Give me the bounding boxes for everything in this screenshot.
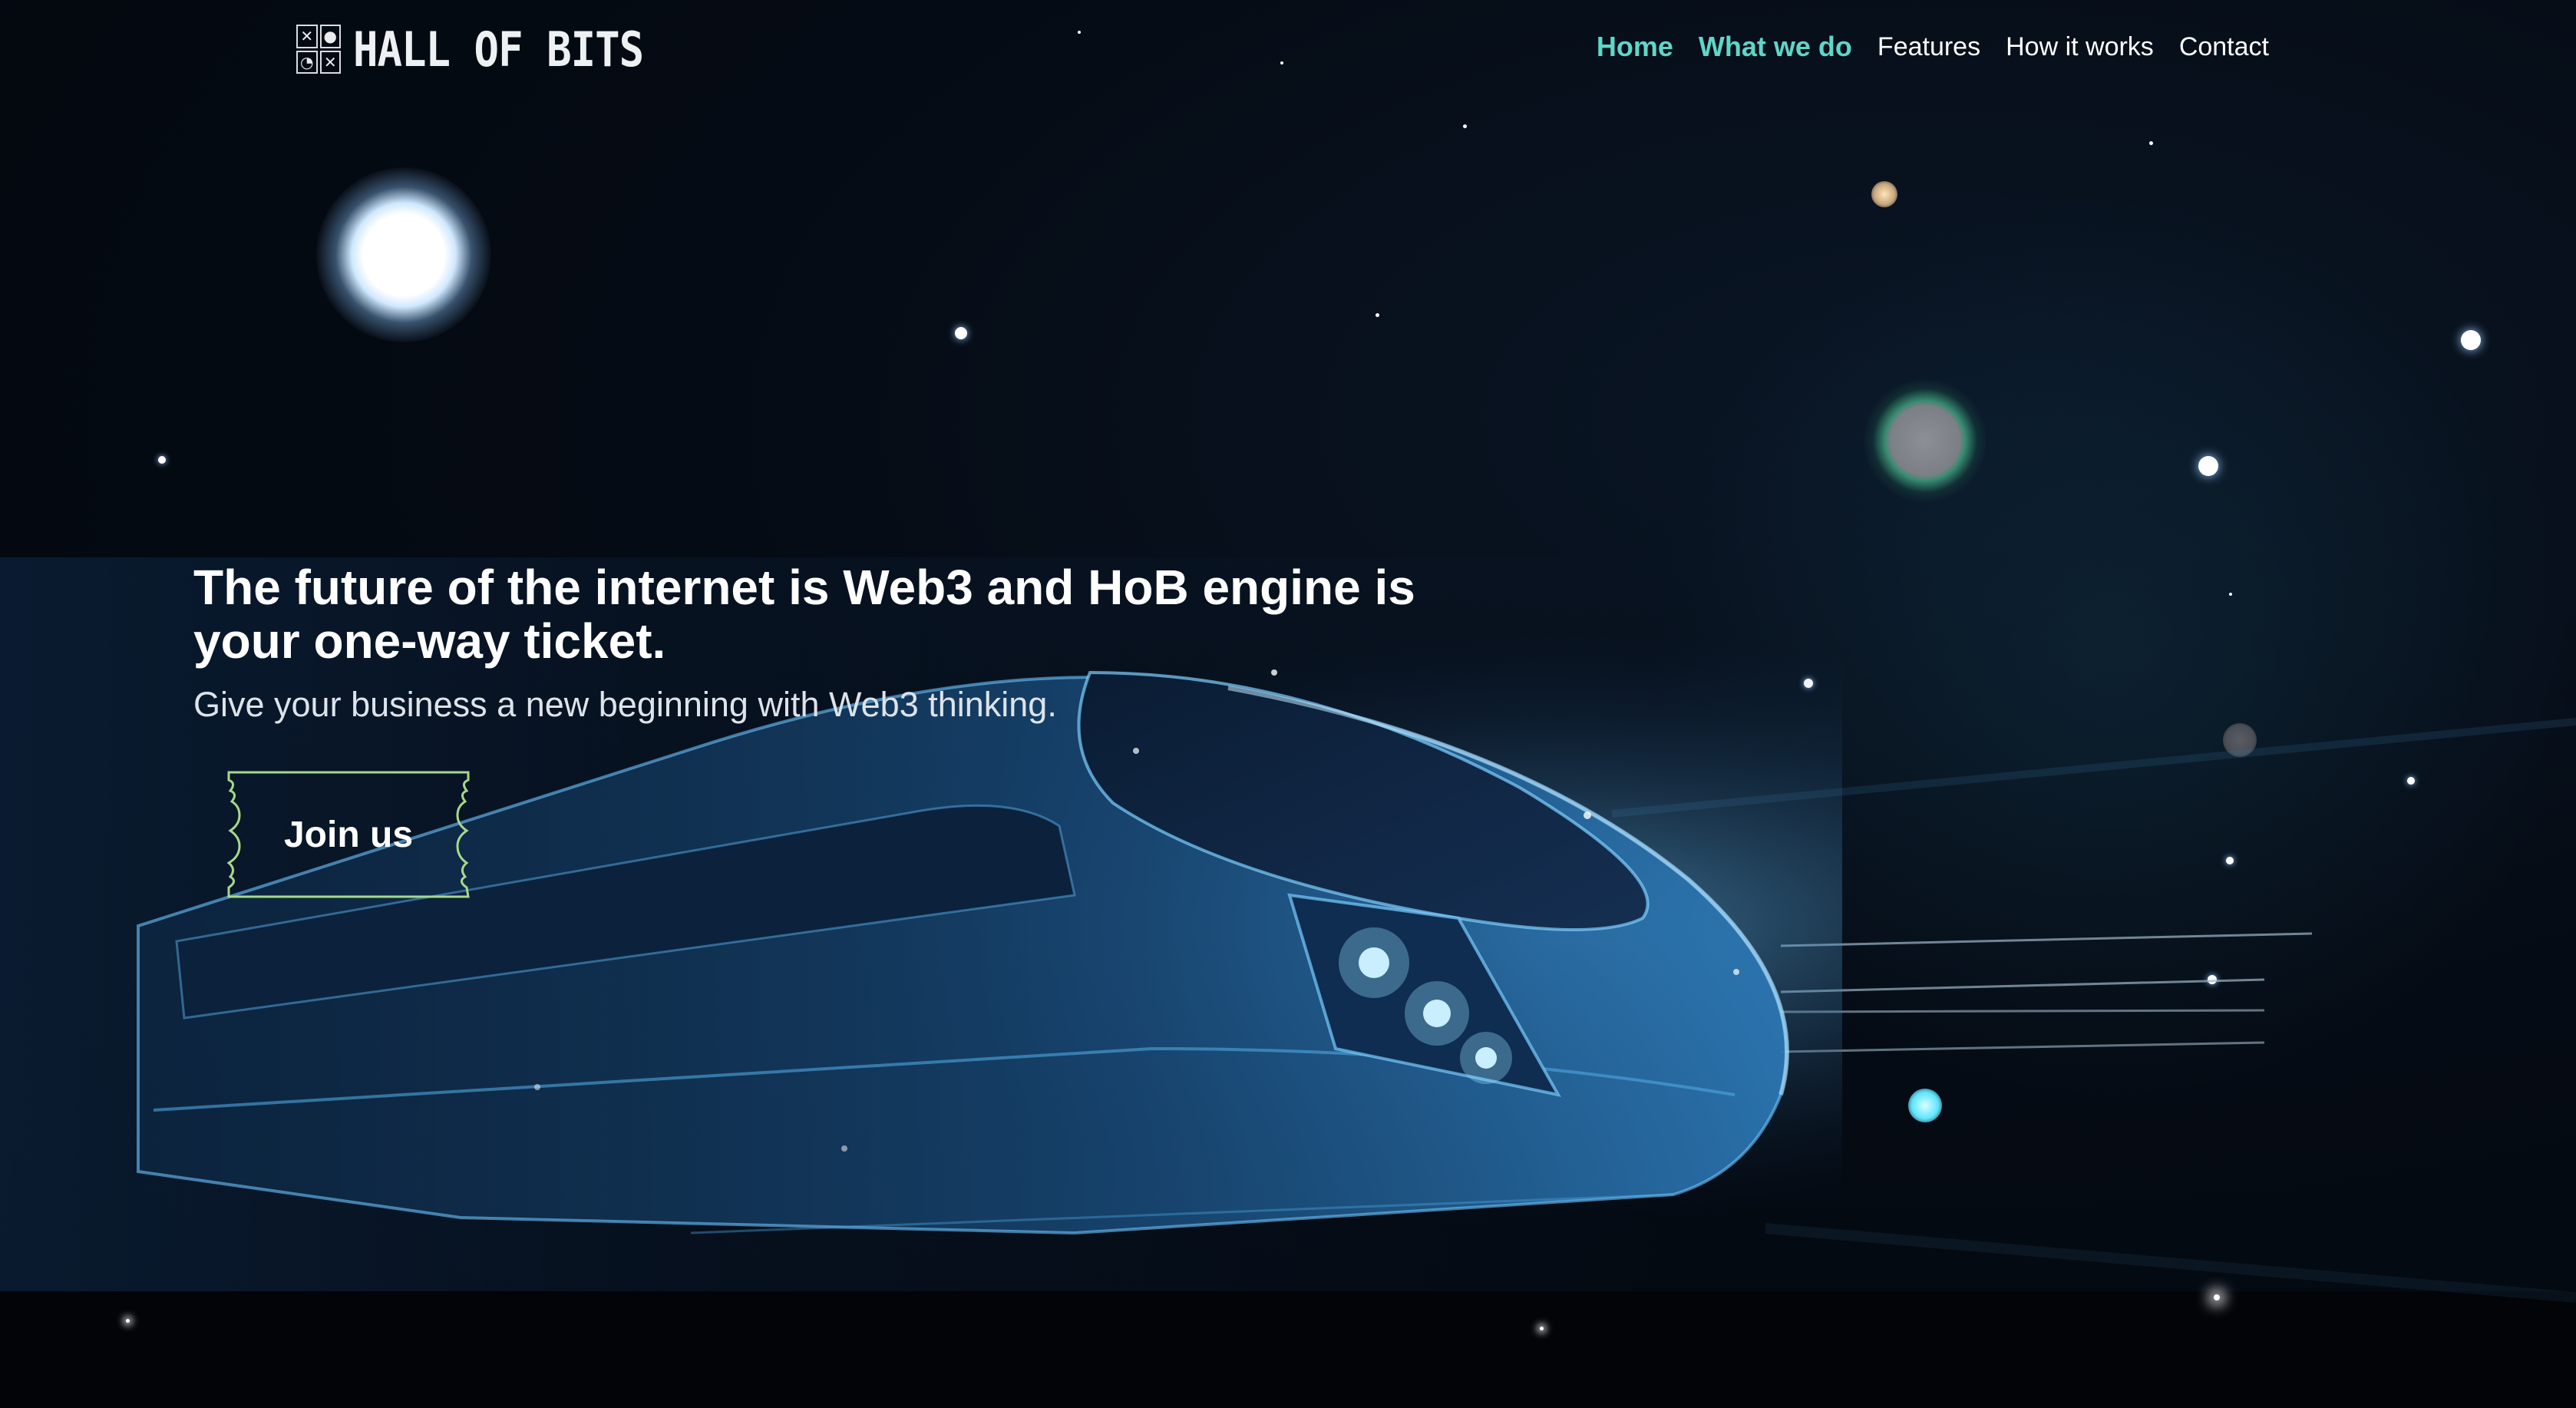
nav-link-how-it-works[interactable]: How it works xyxy=(2006,32,2154,62)
site-logo[interactable]: ✕ ● ◔ ✕ HALL OF BITS xyxy=(296,21,644,77)
logo-wordmark: HALL OF BITS xyxy=(353,21,644,78)
nav-link-contact[interactable]: Contact xyxy=(2179,32,2269,62)
nav-link-features[interactable]: Features xyxy=(1878,32,1980,62)
hero-section: The future of the internet is Web3 and H… xyxy=(193,560,1498,725)
hero-title: The future of the internet is Web3 and H… xyxy=(193,560,1498,668)
join-us-label: Join us xyxy=(283,814,414,855)
hero-subtitle: Give your business a new beginning with … xyxy=(193,685,1057,724)
logo-cell: ● xyxy=(319,25,341,48)
hero-title-line-2: your one-way ticket. xyxy=(193,613,666,669)
page-background: ✕ ● ◔ ✕ HALL OF BITS Home What we do Fea… xyxy=(0,0,2576,1408)
tic-tac-toe-grid-icon: ✕ ● ◔ ✕ xyxy=(296,25,341,74)
logo-cell: ✕ xyxy=(319,50,341,74)
main-menu: Home What we do Features How it works Co… xyxy=(1597,31,2269,63)
nav-link-home[interactable]: Home xyxy=(1597,31,1673,63)
hero-title-line-1: The future of the internet is Web3 and H… xyxy=(193,560,1415,615)
logo-cell: ✕ xyxy=(296,25,318,48)
nav-link-what-we-do[interactable]: What we do xyxy=(1699,31,1852,63)
join-us-button[interactable]: Join us xyxy=(227,771,470,898)
logo-cell: ◔ xyxy=(296,50,318,74)
top-navigation: ✕ ● ◔ ✕ HALL OF BITS Home What we do Fea… xyxy=(0,0,2576,98)
